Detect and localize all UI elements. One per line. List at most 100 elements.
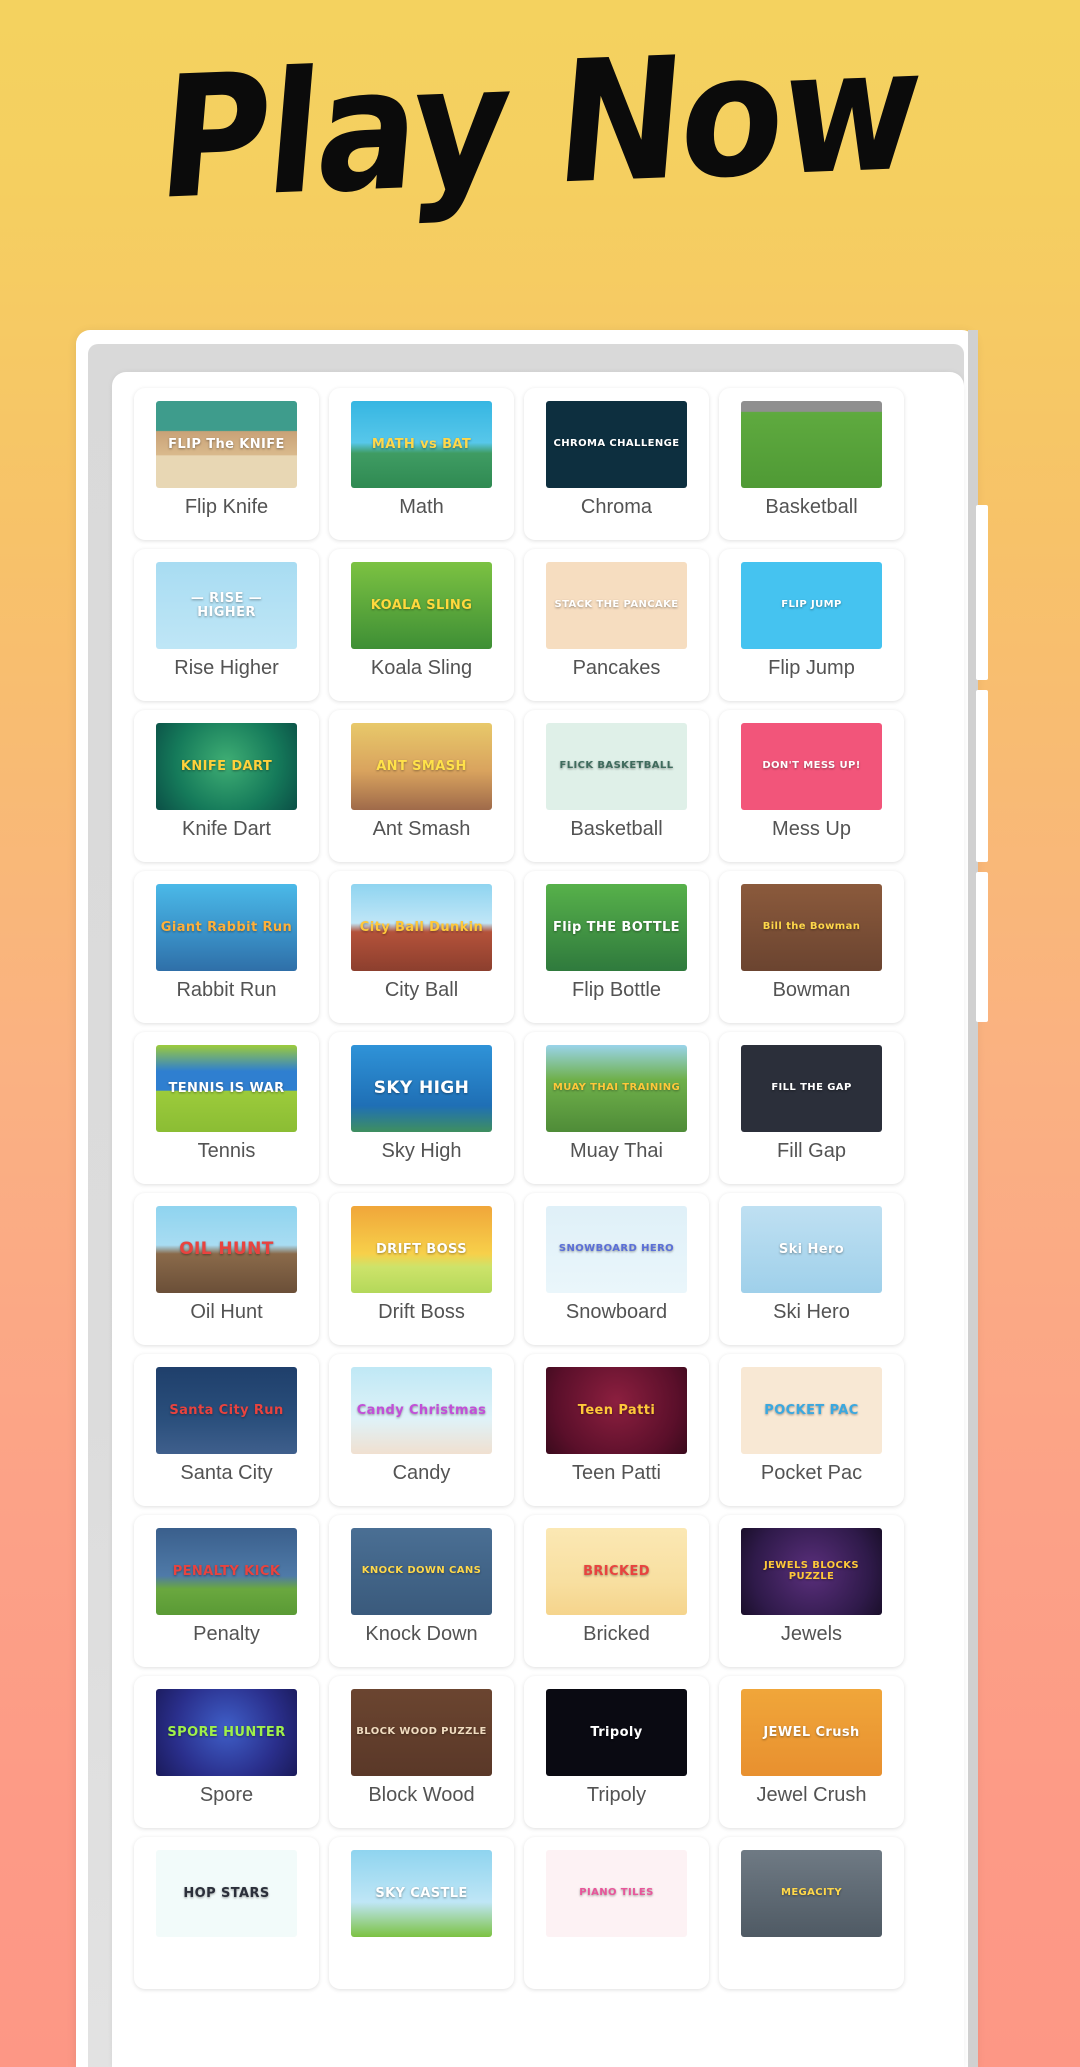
game-thumbnail: Candy Christmas <box>351 1367 492 1454</box>
game-thumbnail: SKY HIGH <box>351 1045 492 1132</box>
game-card[interactable]: City Ball Dunkin City Ball <box>329 871 514 1023</box>
game-thumbnail: MATH vs BAT <box>351 401 492 488</box>
game-caption: Pocket Pac <box>760 1462 863 1484</box>
game-card[interactable]: POCKET PAC Pocket Pac <box>719 1354 904 1506</box>
game-card[interactable]: HOP STARS <box>134 1837 319 1989</box>
game-thumbnail: — RISE — HIGHER <box>156 562 297 649</box>
game-card[interactable]: Flip THE BOTTLE Flip Bottle <box>524 871 709 1023</box>
game-card[interactable]: TENNIS IS WAR Tennis <box>134 1032 319 1184</box>
game-card[interactable]: SKY CASTLE <box>329 1837 514 1989</box>
game-thumbnail: BRICKED <box>546 1528 687 1615</box>
game-thumbnail: Teen Patti <box>546 1367 687 1454</box>
game-thumbnail-title: STACK THE PANCAKE <box>554 599 679 611</box>
game-caption: Oil Hunt <box>190 1301 263 1323</box>
game-thumbnail: DON'T MESS UP! <box>741 723 882 810</box>
game-card[interactable]: JEWEL Crush Jewel Crush <box>719 1676 904 1828</box>
game-card[interactable]: PENALTY KICK Penalty <box>134 1515 319 1667</box>
game-thumbnail-title: Giant Rabbit Run <box>160 919 293 935</box>
game-card[interactable]: MEGACITY <box>719 1837 904 1989</box>
game-caption: Basketball <box>765 496 858 518</box>
game-thumbnail-title: BLOCK WOOD PUZZLE <box>356 1726 487 1738</box>
game-card[interactable]: DRIFT BOSS Drift Boss <box>329 1193 514 1345</box>
game-thumbnail: SNOWBOARD HERO <box>546 1206 687 1293</box>
game-thumbnail <box>741 401 882 488</box>
game-card[interactable]: BRICKED Bricked <box>524 1515 709 1667</box>
game-card[interactable]: DON'T MESS UP! Mess Up <box>719 710 904 862</box>
game-caption: Snowboard <box>565 1301 668 1323</box>
game-thumbnail-title: Teen Patti <box>577 1402 656 1418</box>
game-card[interactable]: FILL THE GAP Fill Gap <box>719 1032 904 1184</box>
game-card[interactable]: SKY HIGH Sky High <box>329 1032 514 1184</box>
game-card[interactable]: Giant Rabbit Run Rabbit Run <box>134 871 319 1023</box>
game-card[interactable]: Basketball <box>719 388 904 540</box>
game-thumbnail-title: SKY CASTLE <box>375 1885 468 1901</box>
game-caption: Flip Knife <box>184 496 269 518</box>
game-thumbnail: HOP STARS <box>156 1850 297 1937</box>
game-thumbnail-title: City Ball Dunkin <box>359 919 484 935</box>
games-scroll-area[interactable]: FLIP The KNIFE Flip Knife MATH vs BAT Math C… <box>112 372 964 2067</box>
games-grid: FLIP The KNIFE Flip Knife MATH vs BAT Math C… <box>134 388 904 1989</box>
game-card[interactable]: JEWELS BLOCKS PUZZLE Jewels <box>719 1515 904 1667</box>
hero-header: Play Now <box>0 0 1080 250</box>
game-card[interactable]: KNIFE DART Knife Dart <box>134 710 319 862</box>
game-thumbnail: JEWELS BLOCKS PUZZLE <box>741 1528 882 1615</box>
game-card[interactable]: PIANO TILES <box>524 1837 709 1989</box>
game-card[interactable]: MATH vs BAT Math <box>329 388 514 540</box>
game-thumbnail: Tripoly <box>546 1689 687 1776</box>
game-card[interactable]: Bill the Bowman Bowman <box>719 871 904 1023</box>
game-thumbnail-title: KOALA SLING <box>370 597 473 613</box>
game-thumbnail: FILL THE GAP <box>741 1045 882 1132</box>
game-card[interactable]: FLICK BASKETBALL Basketball <box>524 710 709 862</box>
game-card[interactable]: STACK THE PANCAKE Pancakes <box>524 549 709 701</box>
games-panel-frame: FLIP The KNIFE Flip Knife MATH vs BAT Math C… <box>88 344 964 2067</box>
game-thumbnail-title: Santa City Run <box>169 1402 284 1418</box>
game-card[interactable]: Tripoly Tripoly <box>524 1676 709 1828</box>
scrollbar-thumb-segment[interactable] <box>976 690 988 862</box>
game-caption: Math <box>399 496 444 518</box>
game-card[interactable]: KOALA SLING Koala Sling <box>329 549 514 701</box>
game-card[interactable]: Ski Hero Ski Hero <box>719 1193 904 1345</box>
games-panel-wrapper: FLIP The KNIFE Flip Knife MATH vs BAT Math C… <box>76 330 976 2067</box>
game-thumbnail-title: — RISE — HIGHER <box>190 591 263 620</box>
scrollbar-thumb-segment[interactable] <box>976 505 988 680</box>
game-thumbnail: MUAY THAI TRAINING <box>546 1045 687 1132</box>
game-thumbnail: SPORE HUNTER <box>156 1689 297 1776</box>
game-caption: Spore <box>199 1784 254 1806</box>
game-caption: Penalty <box>193 1623 260 1645</box>
game-card[interactable]: SNOWBOARD HERO Snowboard <box>524 1193 709 1345</box>
game-card[interactable]: Teen Patti Teen Patti <box>524 1354 709 1506</box>
game-thumbnail-title: MUAY THAI TRAINING <box>552 1082 681 1094</box>
game-thumbnail: Flip THE BOTTLE <box>546 884 687 971</box>
game-thumbnail: KOALA SLING <box>351 562 492 649</box>
game-thumbnail: MEGACITY <box>741 1850 882 1937</box>
game-caption: Koala Sling <box>370 657 473 679</box>
game-thumbnail-title: Ski Hero <box>778 1241 845 1257</box>
game-thumbnail-title: DON'T MESS UP! <box>762 760 861 772</box>
game-card[interactable]: Candy Christmas Candy <box>329 1354 514 1506</box>
game-thumbnail-title: JEWEL Crush <box>763 1724 860 1740</box>
game-card[interactable]: — RISE — HIGHER Rise Higher <box>134 549 319 701</box>
game-caption: Santa City <box>180 1462 273 1484</box>
game-thumbnail: TENNIS IS WAR <box>156 1045 297 1132</box>
game-card[interactable]: MUAY THAI TRAINING Muay Thai <box>524 1032 709 1184</box>
game-card[interactable]: Santa City Run Santa City <box>134 1354 319 1506</box>
game-card[interactable]: CHROMA CHALLENGE Chroma <box>524 388 709 540</box>
game-caption: Ant Smash <box>372 818 471 840</box>
game-caption: Teen Patti <box>572 1462 661 1484</box>
game-card[interactable]: FLIP JUMP Flip Jump <box>719 549 904 701</box>
game-thumbnail: PENALTY KICK <box>156 1528 297 1615</box>
page-title: Play Now <box>152 12 928 238</box>
game-card[interactable]: ANT SMASH Ant Smash <box>329 710 514 862</box>
game-card[interactable]: SPORE HUNTER Spore <box>134 1676 319 1828</box>
game-card[interactable]: KNOCK DOWN CANS Knock Down <box>329 1515 514 1667</box>
game-card[interactable]: OIL HUNT Oil Hunt <box>134 1193 319 1345</box>
game-thumbnail-title: KNOCK DOWN CANS <box>361 1565 482 1577</box>
scrollbar-thumb-segment[interactable] <box>976 872 988 1022</box>
game-thumbnail-title: SPORE HUNTER <box>167 1724 286 1740</box>
game-thumbnail: OIL HUNT <box>156 1206 297 1293</box>
games-panel-outer: FLIP The KNIFE Flip Knife MATH vs BAT Math C… <box>76 330 976 2067</box>
game-thumbnail-title: POCKET PAC <box>764 1402 859 1418</box>
game-card[interactable]: FLIP The KNIFE Flip Knife <box>134 388 319 540</box>
game-card[interactable]: BLOCK WOOD PUZZLE Block Wood <box>329 1676 514 1828</box>
game-thumbnail: DRIFT BOSS <box>351 1206 492 1293</box>
